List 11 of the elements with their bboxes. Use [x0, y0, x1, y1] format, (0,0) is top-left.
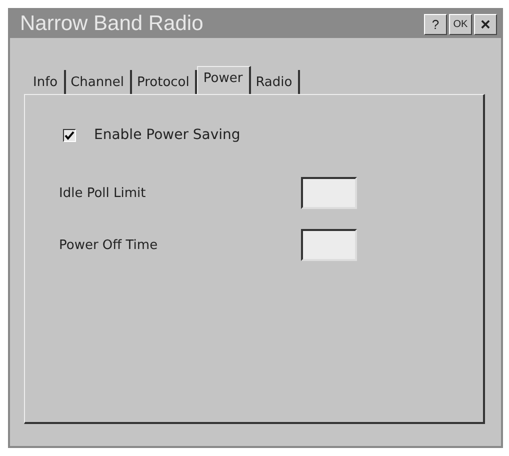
input-field[interactable] [301, 229, 357, 261]
tab[interactable]: Power [197, 66, 251, 94]
checkbox[interactable] [63, 128, 76, 142]
input-field[interactable] [301, 177, 357, 209]
close-button[interactable]: × [474, 14, 497, 34]
checkbox-label: Enable Power Saving [94, 127, 240, 143]
field-label: Power Off Time [59, 238, 159, 252]
ok-button[interactable]: OK [449, 14, 472, 34]
field-label: Idle Poll Limit [59, 186, 147, 200]
window-title: Narrow Band Radio [20, 12, 204, 36]
help-button[interactable]: ? [424, 14, 447, 34]
